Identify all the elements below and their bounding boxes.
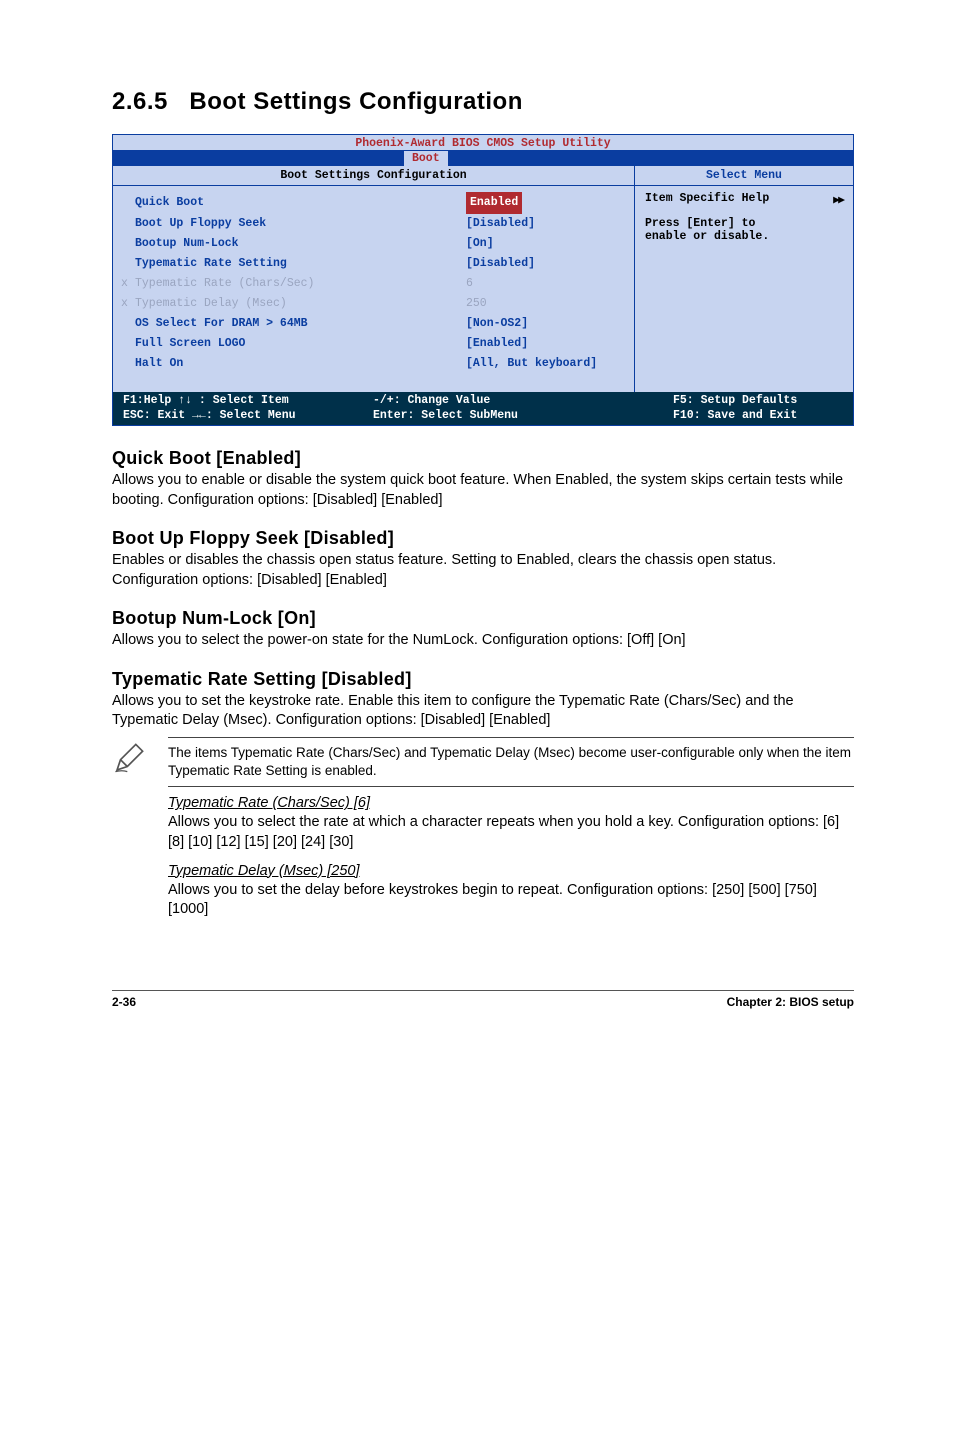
bios-footer-text: -/+: Change Value — [373, 393, 673, 408]
indent-body: Allows you to set the delay before keyst… — [168, 881, 854, 920]
bios-value: [On] — [466, 234, 626, 254]
bios-footer-col2: -/+: Change Value Enter: Select SubMenu — [373, 393, 673, 423]
bios-label: Full Screen LOGO — [135, 334, 466, 354]
bios-row: Typematic Rate Setting [Disabled] — [121, 254, 626, 274]
bios-help-line: enable or disable. — [645, 230, 843, 243]
bios-value: [All, But keyboard] — [466, 354, 626, 374]
bios-value: [Disabled] — [466, 214, 626, 234]
bios-label: Quick Boot — [135, 193, 466, 213]
bios-right-pane: Select Menu Item Specific Help ▶▶ Press … — [635, 166, 853, 392]
bios-footer-text: F5: Setup Defaults — [673, 393, 843, 408]
bios-screenshot: Phoenix-Award BIOS CMOS Setup Utility Bo… — [112, 134, 854, 426]
indent-title: Typematic Rate (Chars/Sec) [6] — [168, 795, 854, 811]
bios-tab-boot: Boot — [403, 150, 449, 166]
bios-label: Boot Up Floppy Seek — [135, 214, 466, 234]
bios-marker: x — [121, 274, 135, 294]
body-text: Allows you to select the power-on state … — [112, 631, 854, 651]
bios-value: 250 — [466, 294, 626, 314]
bios-footer-col3: F5: Setup Defaults F10: Save and Exit — [673, 393, 843, 423]
bios-left-title: Boot Settings Configuration — [113, 166, 634, 186]
bios-settings-list: Quick Boot Enabled Boot Up Floppy Seek [… — [113, 186, 634, 392]
bios-label: Bootup Num-Lock — [135, 234, 466, 254]
bios-row: Full Screen LOGO [Enabled] — [121, 334, 626, 354]
bios-help: Item Specific Help ▶▶ Press [Enter] to e… — [635, 186, 853, 249]
sub-heading: Quick Boot [Enabled] — [112, 448, 854, 469]
bios-footer-text: F1:Help ↑↓ : Select Item — [123, 393, 373, 408]
bios-value: [Non-OS2] — [466, 314, 626, 334]
bios-row: Quick Boot Enabled — [121, 192, 626, 214]
sub-heading: Bootup Num-Lock [On] — [112, 608, 854, 629]
bios-footer-text: ESC: Exit →←: Select Menu — [123, 408, 373, 423]
page-footer: 2-36 Chapter 2: BIOS setup — [112, 990, 854, 1029]
bios-footer: F1:Help ↑↓ : Select Item ESC: Exit →←: S… — [113, 392, 853, 425]
bios-footer-text: F10: Save and Exit — [673, 408, 843, 423]
sub-heading: Boot Up Floppy Seek [Disabled] — [112, 528, 854, 549]
indent-title: Typematic Delay (Msec) [250] — [168, 863, 854, 879]
body-text: Allows you to set the keystroke rate. En… — [112, 692, 854, 731]
bios-help-title: Item Specific Help ▶▶ — [645, 192, 843, 207]
indent-body: Allows you to select the rate at which a… — [168, 813, 854, 852]
bios-value: 6 — [466, 274, 626, 294]
section-title: Boot Settings Configuration — [189, 88, 522, 115]
bios-row: x Typematic Rate (Chars/Sec) 6 — [121, 274, 626, 294]
bios-help-line: Press [Enter] to — [645, 217, 843, 230]
bios-label: Typematic Rate Setting — [135, 254, 466, 274]
bios-tabbar: Boot — [113, 150, 853, 166]
page-number: 2-36 — [112, 995, 136, 1009]
pencil-icon — [112, 741, 146, 775]
bios-row: x Typematic Delay (Msec) 250 — [121, 294, 626, 314]
bios-row: OS Select For DRAM > 64MB [Non-OS2] — [121, 314, 626, 334]
bios-value: [Enabled] — [466, 334, 626, 354]
bios-value: [Disabled] — [466, 254, 626, 274]
bios-label: Typematic Delay (Msec) — [135, 294, 466, 314]
bios-label: OS Select For DRAM > 64MB — [135, 314, 466, 334]
bios-help-arrows-icon: ▶▶ — [833, 192, 843, 207]
bios-left-pane: Boot Settings Configuration Quick Boot E… — [113, 166, 635, 392]
bios-label: Typematic Rate (Chars/Sec) — [135, 274, 466, 294]
body-text: Allows you to enable or disable the syst… — [112, 471, 854, 510]
bios-help-title-text: Item Specific Help — [645, 192, 769, 207]
bios-marker: x — [121, 294, 135, 314]
body-text: Enables or disables the chassis open sta… — [112, 551, 854, 590]
bios-value: Enabled — [466, 192, 626, 214]
bios-right-title: Select Menu — [635, 166, 853, 186]
section-number: 2.6.5 — [112, 88, 168, 115]
bios-footer-col1: F1:Help ↑↓ : Select Item ESC: Exit →←: S… — [123, 393, 373, 423]
bios-row: Boot Up Floppy Seek [Disabled] — [121, 214, 626, 234]
bios-row: Halt On [All, But keyboard] — [121, 354, 626, 374]
bios-value-highlight: Enabled — [466, 192, 522, 214]
note-text: The items Typematic Rate (Chars/Sec) and… — [168, 737, 854, 787]
bios-footer-text: Enter: Select SubMenu — [373, 408, 673, 423]
indent-block: Typematic Rate (Chars/Sec) [6] Allows yo… — [168, 795, 854, 919]
bios-titlebar: Phoenix-Award BIOS CMOS Setup Utility — [113, 135, 853, 150]
section-heading: 2.6.5 Boot Settings Configuration — [112, 88, 854, 116]
chapter-label: Chapter 2: BIOS setup — [727, 995, 854, 1009]
bios-row: Bootup Num-Lock [On] — [121, 234, 626, 254]
bios-label: Halt On — [135, 354, 466, 374]
note-callout: The items Typematic Rate (Chars/Sec) and… — [112, 737, 854, 787]
sub-heading: Typematic Rate Setting [Disabled] — [112, 669, 854, 690]
